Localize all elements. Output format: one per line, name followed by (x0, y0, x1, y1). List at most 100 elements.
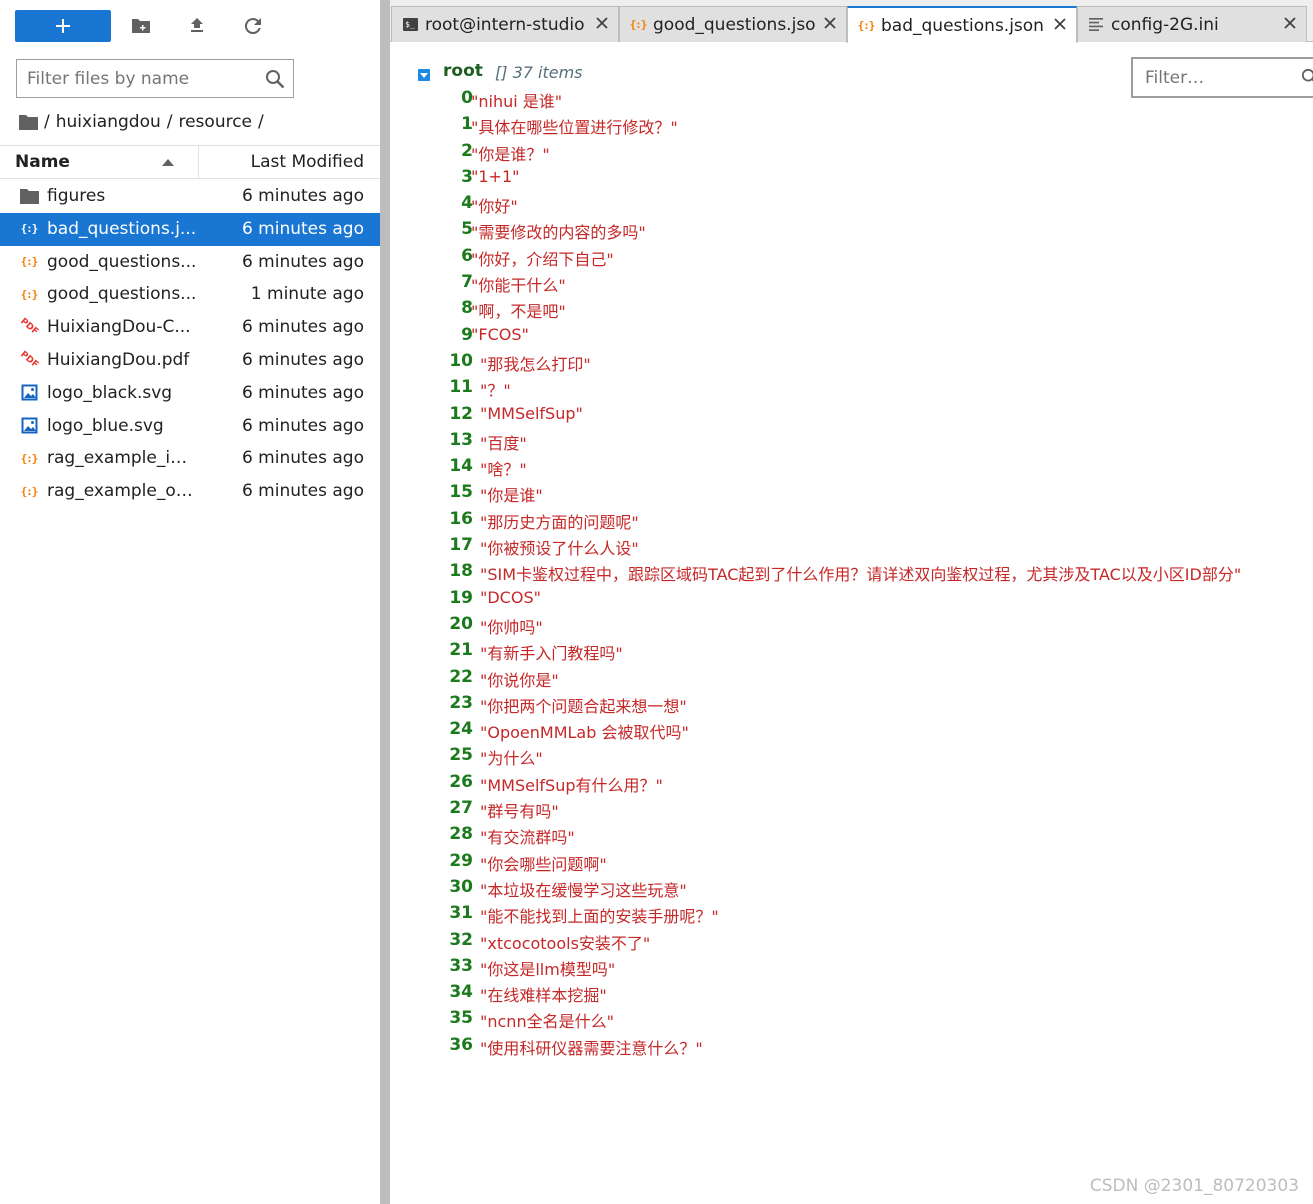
file-name: logo_black.svg (47, 382, 173, 403)
json-item-key: 11 (449, 377, 473, 398)
json-item-key: 21 (449, 640, 473, 661)
tab-label: bad_questions.json (881, 15, 1044, 36)
tab-label: config-2G.ini (1111, 14, 1219, 35)
json-item-value: "群号有吗" (480, 802, 559, 822)
json-item-value: "有新手入门教程吗" (480, 644, 623, 664)
json-item-value: "啊，不是吧" (471, 302, 566, 322)
tab-bar: $_ root@intern-studio {:} good_questions.js… (390, 0, 1313, 43)
tab-config[interactable]: config-2G.ini (1077, 6, 1307, 42)
file-row[interactable]: PDF HuixiangDou.pdf 6 minutes ago (0, 344, 380, 377)
breadcrumb-separator: / (258, 112, 264, 132)
json-item-value: "MMSelfSup" (480, 403, 583, 423)
json-item-key: 25 (449, 745, 473, 766)
plus-icon (56, 19, 70, 33)
upload-icon (191, 18, 203, 32)
new-launcher-button[interactable] (15, 10, 111, 42)
close-icon[interactable] (594, 15, 610, 31)
json-item-key: 36 (449, 1034, 473, 1055)
file-last-modified: 6 minutes ago (241, 186, 364, 206)
upload-button[interactable] (180, 10, 214, 42)
folder-home-icon[interactable] (19, 114, 38, 130)
close-icon[interactable] (1282, 15, 1298, 31)
file-name: rag_example_ou... (47, 481, 197, 502)
json-item-value: "本垃圾在缓慢学习这些玩意" (480, 880, 687, 900)
json-item: 7 "你能干什么" (390, 271, 1313, 297)
json-item: 8 "啊，不是吧" (390, 297, 1313, 323)
text-file-icon (1088, 17, 1104, 33)
json-item: 19 "DCOS" (390, 587, 1313, 613)
refresh-button[interactable] (236, 10, 270, 42)
new-folder-button[interactable] (124, 10, 158, 42)
tab-good-questions[interactable]: {:} good_questions.jso (619, 6, 847, 42)
json-item-key: 29 (449, 850, 473, 871)
json-item-key: 35 (449, 1008, 473, 1029)
pdf-file-icon: PDF (18, 316, 40, 338)
file-name: HuixiangDou.pdf (47, 349, 190, 370)
file-last-modified: 6 minutes ago (241, 251, 364, 272)
json-item: 34 "在线难样本挖掘" (390, 981, 1313, 1007)
json-item-value: "你是谁" (480, 486, 543, 506)
file-name: logo_blue.svg (47, 415, 164, 436)
file-name: good_questions... (47, 251, 197, 272)
file-name: HuixiangDou-C... (47, 317, 191, 338)
column-divider[interactable] (198, 146, 199, 179)
json-item-key: 18 (449, 561, 473, 582)
json-item-value: "1+1" (471, 166, 520, 186)
close-icon[interactable] (1052, 16, 1068, 32)
json-item-value: "具体在哪些位置进行修改？" (471, 118, 678, 138)
new-folder-icon (132, 19, 150, 33)
json-file-icon: {:} (20, 222, 39, 236)
json-item-key: 23 (449, 692, 473, 713)
file-row[interactable]: logo_black.svg 6 minutes ago (0, 377, 380, 410)
file-browser-toolbar (0, 0, 380, 52)
file-row[interactable]: figures 6 minutes ago (0, 180, 380, 213)
sort-ascending-icon (162, 159, 174, 166)
search-icon (1301, 68, 1313, 82)
json-item-value: "你说你是" (480, 670, 559, 690)
json-item: 6 "你好，介绍下自己" (390, 245, 1313, 271)
json-item: 1 "具体在哪些位置进行修改？" (390, 113, 1313, 139)
json-icon: {:} (857, 19, 876, 32)
json-item: 23 "你把两个问题合起来想一想" (390, 692, 1313, 718)
json-item-value: "那历史方面的问题呢" (480, 512, 639, 532)
json-item-value: "你好" (471, 197, 518, 217)
tab-terminal[interactable]: $_ root@intern-studio (391, 6, 619, 42)
column-header-name[interactable]: Name (15, 146, 70, 179)
json-item-key: 20 (449, 613, 473, 634)
tab-bad-questions[interactable]: {:} bad_questions.json (847, 6, 1077, 43)
json-item-value: "在线难样本挖掘" (480, 986, 607, 1006)
json-item-key: 17 (449, 535, 473, 556)
close-icon[interactable] (822, 15, 838, 31)
json-items: 0 "nihui 是谁" 1 "具体在哪些位置进行修改？" 2 "你是谁？" 3 "1+1" 4… (390, 87, 1313, 1060)
file-row[interactable]: {:} rag_example_ou... 6 minutes ago (0, 475, 380, 508)
json-item-key: 14 (449, 456, 473, 477)
breadcrumb-item-resource[interactable]: resource (178, 112, 252, 132)
json-viewer: root [] 37 items 0"nihui 是谁"1"具体在哪些位置进行修… (390, 50, 1313, 1204)
json-root-label: root (443, 61, 483, 81)
json-file-icon: {:} (20, 255, 39, 269)
file-row[interactable]: logo_blue.svg 6 minutes ago (0, 410, 380, 443)
breadcrumb: / huixiangdou / resource / (19, 110, 270, 134)
collapse-root-toggle[interactable] (418, 69, 430, 81)
file-row[interactable]: {:} good_questions... 1 minute ago (0, 278, 380, 311)
json-file-icon: {:} (20, 287, 39, 301)
filter-files-input[interactable] (27, 60, 257, 97)
json-item-value: "能不能找到上面的安装手册呢？" (480, 907, 719, 927)
json-item: 26 "MMSelfSup有什么用？" (390, 771, 1313, 797)
breadcrumb-item-huixiangdou[interactable]: huixiangdou (56, 112, 161, 132)
json-item: 10 "那我怎么打印" (390, 350, 1313, 376)
json-root-type: [] 37 items (495, 63, 583, 82)
file-row[interactable]: {:} good_questions... 6 minutes ago (0, 246, 380, 279)
column-header-last-modified[interactable]: Last Modified (251, 146, 364, 179)
json-item: 15 "你是谁" (390, 481, 1313, 507)
file-row[interactable]: {:} bad_questions.j... 6 minutes ago (0, 212, 380, 246)
file-list: figures 6 minutes ago {:} bad_questions.j..… (0, 180, 380, 508)
file-name: good_questions... (47, 284, 197, 305)
json-item: 13 "百度" (390, 429, 1313, 455)
panel-splitter[interactable] (380, 0, 390, 1204)
file-last-modified: 6 minutes ago (241, 481, 364, 502)
file-row[interactable]: PDF HuixiangDou-C... 6 minutes ago (0, 311, 380, 344)
json-item: 14 "啥？" (390, 455, 1313, 481)
json-item-key: 27 (449, 798, 473, 819)
file-row[interactable]: {:} rag_example_in... 6 minutes ago (0, 442, 380, 475)
